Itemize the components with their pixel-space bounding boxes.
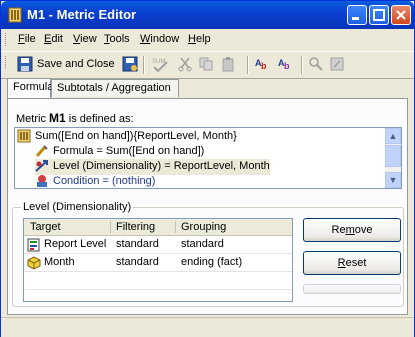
target-cell: Report Level: [44, 238, 107, 250]
metric-app-icon: [8, 7, 22, 23]
remove-button-label: Remove: [331, 224, 373, 236]
toolbar-separator: [143, 56, 145, 74]
condition-icon: [37, 175, 47, 187]
tree-item-metric[interactable]: Sum([End on hand]){ReportLevel, Month}: [17, 129, 237, 145]
menu-bar: File Edit View Tools Window Help: [1, 29, 414, 50]
scroll-up-button[interactable]: ▲: [385, 128, 401, 144]
zoom-icon[interactable]: [308, 56, 324, 72]
properties-icon[interactable]: [329, 56, 345, 72]
close-icon: [396, 10, 406, 20]
tree-item-level[interactable]: Level (Dimensionality) = ReportLevel, Mo…: [35, 159, 270, 175]
copy-icon[interactable]: [198, 56, 214, 72]
filtering-cell: standard: [116, 256, 159, 268]
menu-edit[interactable]: Edit: [44, 33, 63, 45]
menu-file[interactable]: File: [18, 33, 36, 45]
svg-text:b: b: [284, 61, 290, 71]
level-groupbox: Level (Dimensionality) Target Filtering …: [12, 201, 404, 307]
toolbar-separator: [301, 56, 303, 74]
formula-icon: [35, 145, 48, 157]
tree-item-condition[interactable]: Condition = (nothing): [35, 174, 155, 188]
scroll-down-button[interactable]: ▼: [385, 172, 401, 188]
level-icon: [35, 160, 48, 172]
remove-button[interactable]: Remove: [303, 218, 401, 242]
column-header-filtering[interactable]: Filtering: [116, 221, 155, 233]
title-bar[interactable]: M1 - Metric Editor: [1, 1, 414, 29]
menu-grip[interactable]: [5, 33, 9, 46]
table-row[interactable]: Report Level standard standard: [24, 236, 292, 254]
definition-tree[interactable]: Sum([End on hand]){ReportLevel, Month} F…: [14, 127, 402, 189]
format-values-icon[interactable]: A b: [278, 56, 296, 72]
level-grid[interactable]: Target Filtering Grouping Report Level s…: [23, 218, 293, 302]
metric-name: M1: [49, 111, 66, 125]
table-row[interactable]: Month standard ending (fact): [24, 254, 292, 272]
definition-label: Metric M1 is defined as:: [16, 111, 134, 125]
tab-subtotals-aggregation[interactable]: Subtotals / Aggregation: [51, 79, 179, 97]
minimize-button[interactable]: [347, 5, 367, 25]
column-header-target[interactable]: Target: [30, 221, 61, 233]
format-header-icon[interactable]: A b: [255, 56, 273, 72]
maximize-icon: [373, 9, 385, 21]
filtering-cell: standard: [116, 238, 159, 250]
minimize-icon: [352, 17, 359, 20]
tab-formula[interactable]: Formula: [7, 78, 53, 98]
scroll-thumb[interactable]: [385, 145, 401, 167]
tree-item-formula[interactable]: Formula = Sum([End on hand]): [35, 144, 204, 160]
sum-icon[interactable]: SUM: [151, 56, 171, 72]
toolbar-grip[interactable]: [5, 56, 9, 69]
save-and-close-button[interactable]: Save and Close: [15, 53, 115, 75]
target-cell: Month: [44, 256, 75, 268]
menu-window[interactable]: Window: [140, 33, 179, 45]
status-bar: [1, 317, 414, 337]
formula-panel: Metric M1 is defined as: Sum([End on han…: [7, 98, 408, 315]
attribute-cube-icon: [27, 256, 41, 270]
column-divider[interactable]: [110, 221, 111, 233]
save-and-close-label: Save and Close: [37, 58, 115, 70]
save-icon: [17, 56, 33, 72]
menu-tools[interactable]: Tools: [104, 33, 130, 45]
cut-icon[interactable]: [177, 56, 193, 72]
metric-icon: [17, 129, 31, 143]
maximize-button[interactable]: [369, 5, 389, 25]
level-groupbox-title: Level (Dimensionality): [21, 201, 134, 213]
paste-icon[interactable]: [221, 56, 237, 72]
reset-button[interactable]: Reset: [303, 251, 401, 275]
grouping-cell: standard: [181, 238, 224, 250]
column-header-grouping[interactable]: Grouping: [181, 221, 226, 233]
column-divider[interactable]: [175, 221, 176, 233]
menu-view[interactable]: View: [73, 33, 97, 45]
report-level-icon: [27, 238, 40, 252]
window-title: M1 - Metric Editor: [27, 7, 137, 22]
svg-text:SUM: SUM: [152, 59, 165, 65]
toolbar: Save and Close SUM A b A b: [1, 51, 414, 79]
hidden-button-edge: [303, 284, 401, 294]
reset-button-label: Reset: [337, 257, 367, 269]
metric-editor-window: M1 - Metric Editor File Edit View Tools …: [0, 0, 415, 337]
close-button[interactable]: [391, 5, 411, 25]
svg-text:b: b: [261, 61, 267, 71]
menu-help[interactable]: Help: [188, 33, 211, 45]
empty-row[interactable]: [24, 272, 292, 290]
save-icon[interactable]: [122, 56, 138, 72]
toolbar-separator: [247, 56, 249, 74]
tree-scrollbar[interactable]: ▲ ▼: [385, 128, 401, 188]
grid-header: Target Filtering Grouping: [24, 219, 292, 236]
grouping-cell: ending (fact): [181, 256, 243, 268]
